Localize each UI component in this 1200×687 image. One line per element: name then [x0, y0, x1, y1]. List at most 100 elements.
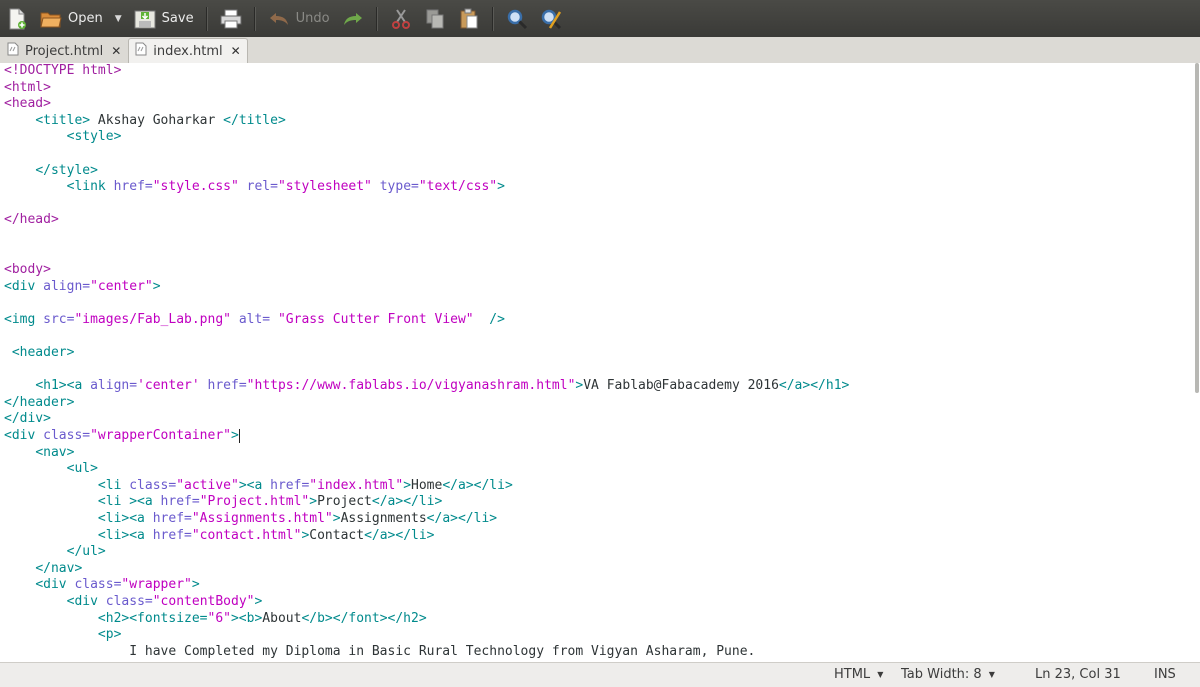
language-selector[interactable]: HTML ▼: [834, 667, 883, 682]
html-file-icon: [135, 42, 147, 60]
open-button[interactable]: Open: [34, 4, 109, 34]
insert-mode-label: INS: [1154, 667, 1176, 682]
code-token-tagname: <div: [35, 577, 75, 593]
code-token-tag: <!DOCTYPE html>: [4, 63, 122, 78]
code-line[interactable]: <html>: [0, 80, 1200, 97]
code-line[interactable]: <li><a href="Assignments.html">Assignmen…: [0, 511, 1200, 528]
code-token-attr: alt=: [231, 311, 278, 327]
tab-width-selector[interactable]: Tab Width: 8 ▼: [901, 667, 995, 682]
code-line[interactable]: <div class="contentBody">: [0, 594, 1200, 611]
undo-icon: [268, 8, 290, 30]
code-token-tagname: <img: [4, 311, 44, 327]
code-line[interactable]: </nav>: [0, 561, 1200, 578]
paste-button[interactable]: [452, 4, 486, 34]
close-icon[interactable]: ✕: [231, 44, 241, 58]
code-line[interactable]: [0, 196, 1200, 213]
code-line[interactable]: [0, 295, 1200, 312]
code-line[interactable]: <head>: [0, 96, 1200, 113]
code-line[interactable]: </div>: [0, 411, 1200, 428]
find-button[interactable]: [500, 4, 534, 34]
open-dropdown-arrow[interactable]: ▼: [109, 14, 128, 24]
code-line[interactable]: I have Completed my Diploma in Basic Rur…: [0, 644, 1200, 661]
code-token-tagname: >: [332, 511, 341, 527]
code-line[interactable]: <h1><a align='center' href="https://www.…: [0, 378, 1200, 395]
code-editor[interactable]: <!DOCTYPE html> <html> <head> <title> Aksh…: [0, 63, 1200, 662]
print-icon: [220, 8, 242, 30]
code-line[interactable]: <li ><a href="Project.html">Project</a><…: [0, 494, 1200, 511]
code-token-tagname: </div>: [4, 411, 51, 427]
code-token-tagname: <div: [4, 428, 44, 444]
code-line[interactable]: <link href="style.css" rel="stylesheet" …: [0, 179, 1200, 196]
save-label: Save: [161, 11, 194, 26]
code-line[interactable]: <p>: [0, 627, 1200, 644]
vertical-scrollbar[interactable]: [1194, 63, 1200, 662]
code-token-tagname: ><b>: [230, 610, 263, 626]
code-token-str: "contact.html": [191, 527, 302, 543]
chevron-down-icon: ▼: [877, 670, 884, 679]
save-button[interactable]: Save: [128, 4, 200, 34]
code-token-attr: class=: [43, 428, 91, 444]
close-icon[interactable]: ✕: [111, 44, 121, 58]
code-line[interactable]: </style>: [0, 163, 1200, 180]
code-token-str: "Grass Cutter Front View": [277, 311, 474, 327]
cursor-position: Ln 23, Col 31: [1035, 667, 1121, 682]
code-token-tagname: >: [497, 179, 505, 195]
toolbar-separator: [253, 6, 256, 31]
code-token-attr: href=: [152, 511, 192, 527]
code-token-tagname: <li><a: [97, 511, 153, 527]
code-line[interactable]: <div align="center">: [0, 279, 1200, 296]
new-document-button[interactable]: [0, 4, 34, 34]
code-token-str: "6": [207, 610, 231, 626]
code-line[interactable]: <li class="active"><a href="index.html">…: [0, 478, 1200, 495]
code-line[interactable]: <nav>: [0, 445, 1200, 462]
code-line[interactable]: [0, 146, 1200, 163]
find-replace-button[interactable]: [534, 4, 568, 34]
code-line[interactable]: <title> Akshay Goharkar </title>: [0, 113, 1200, 130]
code-lines[interactable]: <!DOCTYPE html> <html> <head> <title> Aksh…: [0, 63, 1200, 660]
code-token-text: Assignments: [340, 511, 427, 527]
copy-button[interactable]: [418, 4, 452, 34]
paste-icon: [458, 8, 480, 30]
code-line[interactable]: <img src="images/Fab_Lab.png" alt= "Gras…: [0, 312, 1200, 329]
tab-index-html[interactable]: index.html ✕: [128, 38, 248, 63]
language-label: HTML: [834, 667, 871, 682]
chevron-down-icon: ▼: [988, 670, 995, 679]
print-button[interactable]: [214, 4, 248, 34]
code-line[interactable]: </header>: [0, 395, 1200, 412]
tab-project-html[interactable]: Project.html ✕: [0, 38, 128, 63]
document-tabbar: Project.html ✕ index.html ✕: [0, 37, 1200, 64]
code-line[interactable]: [0, 246, 1200, 263]
code-line[interactable]: <header>: [0, 345, 1200, 362]
code-line[interactable]: <ul>: [0, 461, 1200, 478]
code-line[interactable]: </ul>: [0, 544, 1200, 561]
code-line[interactable]: <style>: [0, 129, 1200, 146]
code-token-attr: class=: [105, 594, 153, 609]
code-token-text: Akshay Goharkar: [90, 112, 224, 128]
code-token-attr: href=: [160, 494, 200, 510]
code-line[interactable]: <body>: [0, 262, 1200, 279]
code-line[interactable]: <li><a href="contact.html">Contact</a></…: [0, 528, 1200, 545]
code-line[interactable]: [0, 329, 1200, 346]
code-token-str: "active": [176, 477, 239, 493]
redo-button[interactable]: [336, 4, 370, 34]
replace-icon: [540, 8, 562, 30]
code-line[interactable]: </head>: [0, 212, 1200, 229]
cut-button[interactable]: [384, 4, 418, 34]
code-line[interactable]: <div class="wrapperContainer">: [0, 428, 1200, 445]
undo-button[interactable]: Undo: [262, 4, 336, 34]
code-token-tagname: </a></li>: [371, 494, 443, 510]
code-line[interactable]: <!DOCTYPE html>: [0, 63, 1200, 80]
code-line[interactable]: [0, 362, 1200, 379]
code-line[interactable]: <h2><fontsize="6"><b>About</b></font></h…: [0, 611, 1200, 628]
code-line[interactable]: [0, 229, 1200, 246]
code-line[interactable]: <div class="wrapper">: [0, 577, 1200, 594]
scrollbar-thumb[interactable]: [1195, 63, 1199, 393]
